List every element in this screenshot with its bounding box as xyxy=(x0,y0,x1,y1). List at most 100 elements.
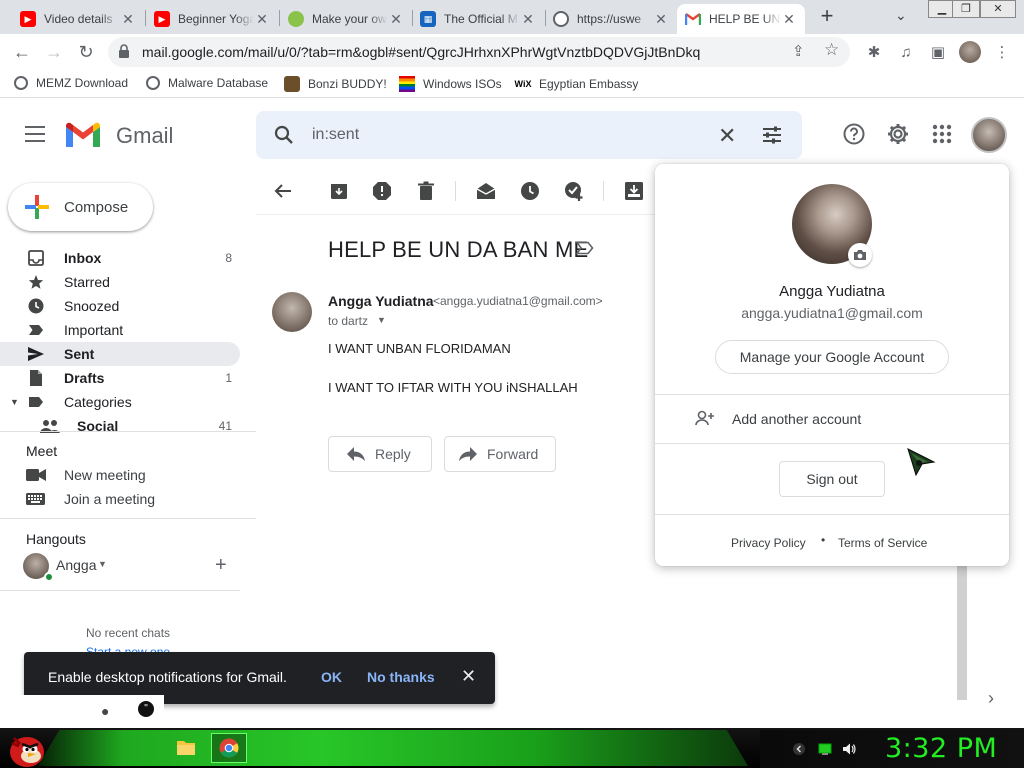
sidebar-item-starred[interactable]: Starred xyxy=(0,270,240,294)
bookmark-star-icon[interactable]: ☆ xyxy=(824,40,839,60)
sidebar-item-social[interactable]: Social 41 xyxy=(0,414,240,438)
manage-account-button[interactable]: Manage your Google Account xyxy=(715,340,949,374)
sidebar-divider xyxy=(0,518,256,519)
close-icon[interactable]: ✕ xyxy=(120,11,136,28)
browser-tab[interactable]: ▦ The Official M ✕ xyxy=(412,4,544,34)
url-text[interactable]: mail.google.com/mail/u/0/?tab=rm&ogbl#se… xyxy=(142,44,700,60)
apps-grid-icon[interactable] xyxy=(930,122,954,146)
main-menu-icon[interactable] xyxy=(25,126,45,142)
extensions-icon[interactable]: ✱ xyxy=(864,43,884,63)
account-avatar-button[interactable] xyxy=(971,117,1007,153)
address-bar[interactable]: mail.google.com/mail/u/0/?tab=rm&ogbl#se… xyxy=(108,37,850,67)
contacts-person-icon[interactable]: ● xyxy=(101,703,109,719)
windows-icon: ▦ xyxy=(420,11,436,27)
search-options-icon[interactable] xyxy=(761,125,783,145)
bookmark-item[interactable]: MEMZ Download xyxy=(14,76,128,90)
restore-icon[interactable]: ❐ xyxy=(952,0,980,18)
new-meeting-link[interactable]: New meeting xyxy=(26,467,146,483)
forward-icon[interactable]: → xyxy=(42,40,66,64)
bookmark-item[interactable]: Malware Database xyxy=(146,76,268,90)
expand-side-panel-icon[interactable]: › xyxy=(988,688,994,709)
bookmark-item[interactable]: Windows ISOs xyxy=(399,76,502,92)
terms-of-service-link[interactable]: Terms of Service xyxy=(838,536,927,550)
add-to-tasks-icon[interactable] xyxy=(564,181,584,201)
bookmark-item[interactable]: WiX Egyptian Embassy xyxy=(515,76,639,92)
forward-button[interactable]: Forward xyxy=(444,436,556,472)
media-control-icon[interactable]: ♫ xyxy=(896,43,916,63)
close-icon[interactable]: ✕ xyxy=(388,11,404,28)
close-icon[interactable]: ✕ xyxy=(520,11,536,28)
report-spam-icon[interactable] xyxy=(372,181,392,201)
compose-button[interactable]: Compose xyxy=(8,183,153,231)
sidebar-item-categories[interactable]: ▼ Categories xyxy=(0,390,240,414)
snooze-clock-icon[interactable] xyxy=(520,181,540,201)
sidebar-divider xyxy=(0,590,240,591)
settings-gear-icon[interactable] xyxy=(886,122,910,146)
new-tab-button[interactable]: + xyxy=(815,4,839,30)
join-meeting-link[interactable]: Join a meeting xyxy=(26,491,155,507)
taskbar-chrome-button[interactable] xyxy=(211,733,247,763)
sign-out-button[interactable]: Sign out xyxy=(779,461,885,497)
important-marker-icon[interactable] xyxy=(576,241,594,255)
search-input[interactable] xyxy=(312,111,712,159)
archive-icon[interactable] xyxy=(329,181,349,201)
snackbar-no-thanks-button[interactable]: No thanks xyxy=(367,669,435,685)
side-panel-icon[interactable]: ▣ xyxy=(928,43,948,63)
clock-icon xyxy=(28,298,44,314)
scrollbar[interactable] xyxy=(957,555,967,700)
file-explorer-icon[interactable] xyxy=(176,738,196,756)
reply-button[interactable]: Reply xyxy=(328,436,432,472)
sender-avatar[interactable] xyxy=(272,292,312,332)
browser-tab[interactable]: ▶ Beginner Yoga ✕ xyxy=(146,4,278,34)
add-account-button[interactable]: Add another account xyxy=(655,395,1009,443)
new-chat-plus-icon[interactable]: + xyxy=(215,554,227,577)
join-meeting-label: Join a meeting xyxy=(64,491,156,507)
close-icon[interactable]: ✕ xyxy=(254,11,270,28)
expand-caret-icon[interactable]: ▼ xyxy=(10,397,19,407)
support-icon[interactable] xyxy=(842,122,866,146)
sidebar-item-drafts[interactable]: Drafts 1 xyxy=(0,366,240,390)
close-icon[interactable]: ✕ xyxy=(653,11,669,28)
snackbar-close-icon[interactable]: ✕ xyxy=(461,666,476,687)
back-to-sent-icon[interactable] xyxy=(273,181,293,201)
close-icon[interactable]: ✕ xyxy=(781,11,797,28)
reload-icon[interactable]: ↻ xyxy=(74,40,98,64)
start-button-angry-bird-icon[interactable] xyxy=(6,730,46,768)
tab-title: Make your own xyxy=(312,12,388,26)
clear-search-icon[interactable]: ✕ xyxy=(718,123,736,149)
back-icon[interactable]: ← xyxy=(10,40,34,64)
browser-profile-avatar[interactable] xyxy=(959,41,981,63)
sender-name[interactable]: Angga Yudiatna xyxy=(328,293,434,309)
window-close-icon[interactable]: ✕ xyxy=(980,0,1016,18)
sidebar-item-sent[interactable]: Sent xyxy=(0,342,240,366)
search-bar[interactable]: ✕ xyxy=(256,111,802,159)
sidebar-item-important[interactable]: Important xyxy=(0,318,240,342)
volume-icon[interactable] xyxy=(842,742,856,756)
browser-tab[interactable]: Make your own ✕ xyxy=(280,4,412,34)
sidebar-item-snoozed[interactable]: Snoozed xyxy=(0,294,240,318)
tray-overflow-icon[interactable] xyxy=(792,742,806,756)
delete-icon[interactable] xyxy=(416,181,436,201)
search-icon[interactable] xyxy=(272,123,296,147)
move-to-icon[interactable] xyxy=(624,181,644,201)
hangouts-user-name[interactable]: Angga xyxy=(56,557,96,573)
browser-tab[interactable]: https://uswe ✕ xyxy=(545,4,677,34)
youtube-icon: ▶ xyxy=(20,11,36,27)
browser-menu-icon[interactable]: ⋮ xyxy=(992,43,1012,63)
browser-tab[interactable]: ▶ Video details ✕ xyxy=(12,4,144,34)
taskbar-clock[interactable]: 3:32 PM xyxy=(885,733,997,764)
status-caret-icon[interactable]: ▼ xyxy=(98,559,107,569)
show-details-caret-icon[interactable]: ▼ xyxy=(377,315,386,325)
bookmark-item[interactable]: Bonzi BUDDY! xyxy=(284,76,387,92)
privacy-policy-link[interactable]: Privacy Policy xyxy=(731,536,806,550)
tab-search-icon[interactable]: ⌄ xyxy=(895,7,915,24)
camera-icon[interactable] xyxy=(848,243,872,267)
share-icon[interactable]: ⇪ xyxy=(792,42,805,60)
browser-tab-active[interactable]: HELP BE UN ✕ xyxy=(677,4,805,34)
snackbar-ok-button[interactable]: OK xyxy=(321,669,342,685)
sidebar-item-inbox[interactable]: Inbox 8 xyxy=(0,246,240,270)
gmail-logo-icon[interactable] xyxy=(64,121,102,149)
network-icon[interactable] xyxy=(818,742,832,756)
hangouts-quote-icon[interactable]: " xyxy=(138,701,154,717)
mark-unread-icon[interactable] xyxy=(476,181,496,201)
